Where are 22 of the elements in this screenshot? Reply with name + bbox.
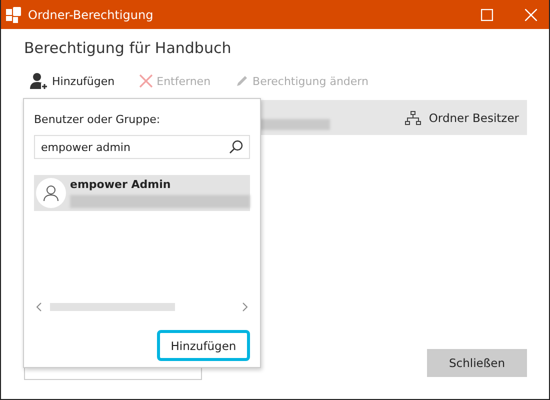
result-item[interactable]: empower Admin	[34, 175, 250, 211]
search-field[interactable]: empower admin	[34, 135, 250, 159]
scrollbar-thumb[interactable]	[50, 303, 175, 311]
add-button[interactable]: Hinzufügen	[157, 330, 250, 361]
toolbar-button[interactable]: Hinzufügen	[24, 70, 121, 92]
avatar-icon	[36, 178, 66, 208]
user-name: empower Admin	[70, 178, 172, 191]
x-icon	[138, 74, 153, 88]
logo-icon	[6, 6, 22, 22]
field-label: Benutzer oder Gruppe:	[34, 113, 162, 126]
window-title: Ordner-Berechtigung	[28, 8, 154, 22]
close-icon[interactable]	[525, 8, 537, 20]
owner-label: Ordner Besitzer	[428, 110, 519, 124]
search-icon	[229, 140, 243, 154]
dialog-heading: Berechtigung für Handbuch	[24, 39, 232, 57]
maximize-icon[interactable]	[481, 8, 493, 20]
close-button[interactable]: Schließen	[427, 349, 527, 377]
pencil-icon	[234, 74, 249, 88]
user-add-icon	[30, 72, 48, 90]
scroll-left-icon[interactable]	[36, 302, 42, 312]
hierarchy-icon	[404, 110, 421, 124]
scroll-right-icon[interactable]	[242, 302, 248, 312]
